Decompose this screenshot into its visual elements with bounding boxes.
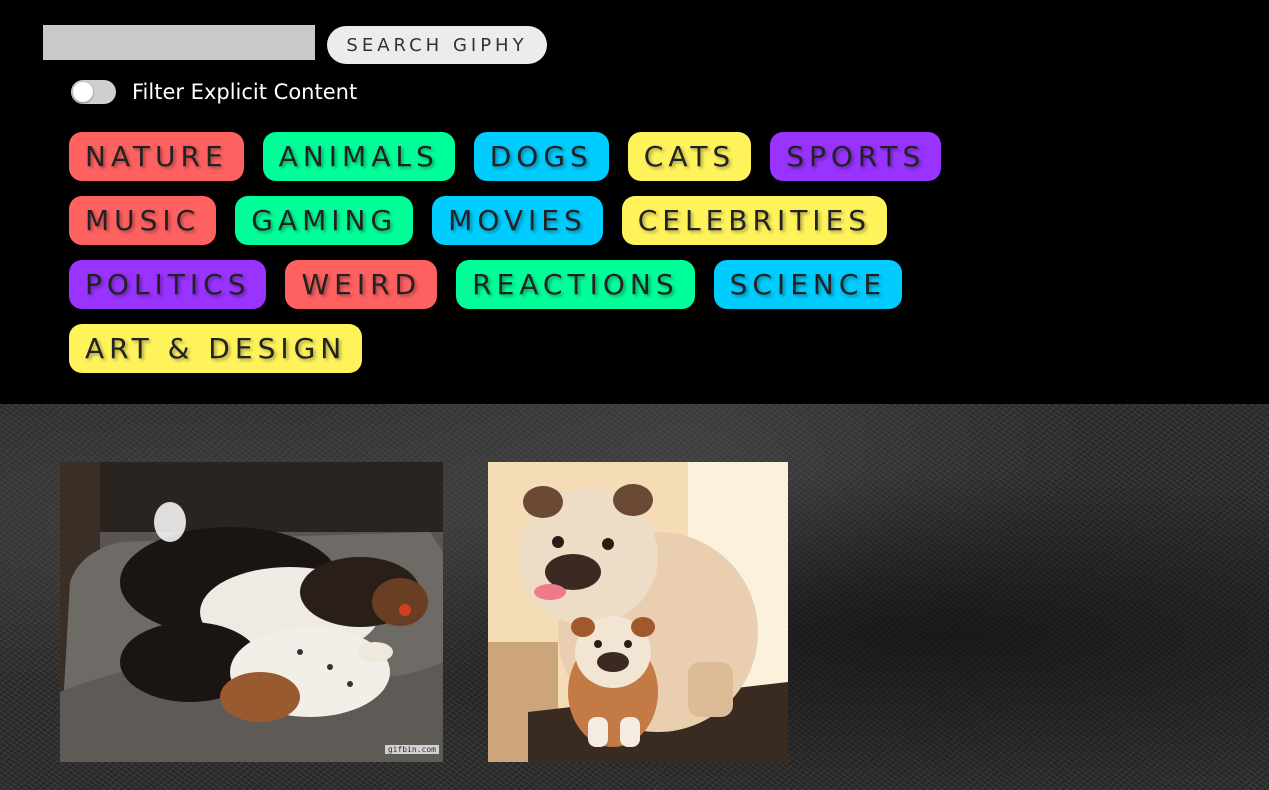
- gif-watermark: gifbin.com: [384, 745, 439, 754]
- tag-celebrities[interactable]: CELEBRITIES: [621, 196, 888, 245]
- tag-science[interactable]: SCIENCE: [713, 260, 903, 309]
- toggle-knob: [73, 82, 93, 102]
- tag-politics[interactable]: POLITICS: [69, 260, 267, 309]
- category-tags: NATURE ANIMALS DOGS CATS SPORTS MUSIC GA…: [69, 132, 949, 373]
- tag-weird[interactable]: WEIRD: [285, 260, 438, 309]
- tag-art-design[interactable]: ART & DESIGN: [69, 324, 363, 373]
- gif-image-basset-hounds: [60, 462, 443, 762]
- gif-bulldog-and-puppy[interactable]: [488, 462, 788, 762]
- search-input[interactable]: [43, 25, 315, 60]
- filter-explicit-row: Filter Explicit Content: [71, 78, 357, 106]
- tag-sports[interactable]: SPORTS: [770, 132, 942, 181]
- tag-movies[interactable]: MOVIES: [432, 196, 603, 245]
- tag-gaming[interactable]: GAMING: [235, 196, 414, 245]
- filter-explicit-toggle[interactable]: [71, 80, 116, 104]
- search-giphy-button[interactable]: SEARCH GIPHY: [327, 26, 547, 64]
- gif-image-bulldog: [488, 462, 788, 762]
- page: SEARCH GIPHY Filter Explicit Content NAT…: [0, 0, 1269, 790]
- tag-nature[interactable]: NATURE: [69, 132, 244, 181]
- gif-sleeping-basset-hounds[interactable]: gifbin.com: [60, 462, 443, 762]
- tag-cats[interactable]: CATS: [627, 132, 752, 181]
- filter-explicit-label: Filter Explicit Content: [132, 80, 358, 104]
- tag-music[interactable]: MUSIC: [69, 196, 217, 245]
- header: SEARCH GIPHY Filter Explicit Content NAT…: [0, 0, 1269, 404]
- tag-dogs[interactable]: DOGS: [473, 132, 609, 181]
- tag-animals[interactable]: ANIMALS: [262, 132, 455, 181]
- tag-reactions[interactable]: REACTIONS: [456, 260, 695, 309]
